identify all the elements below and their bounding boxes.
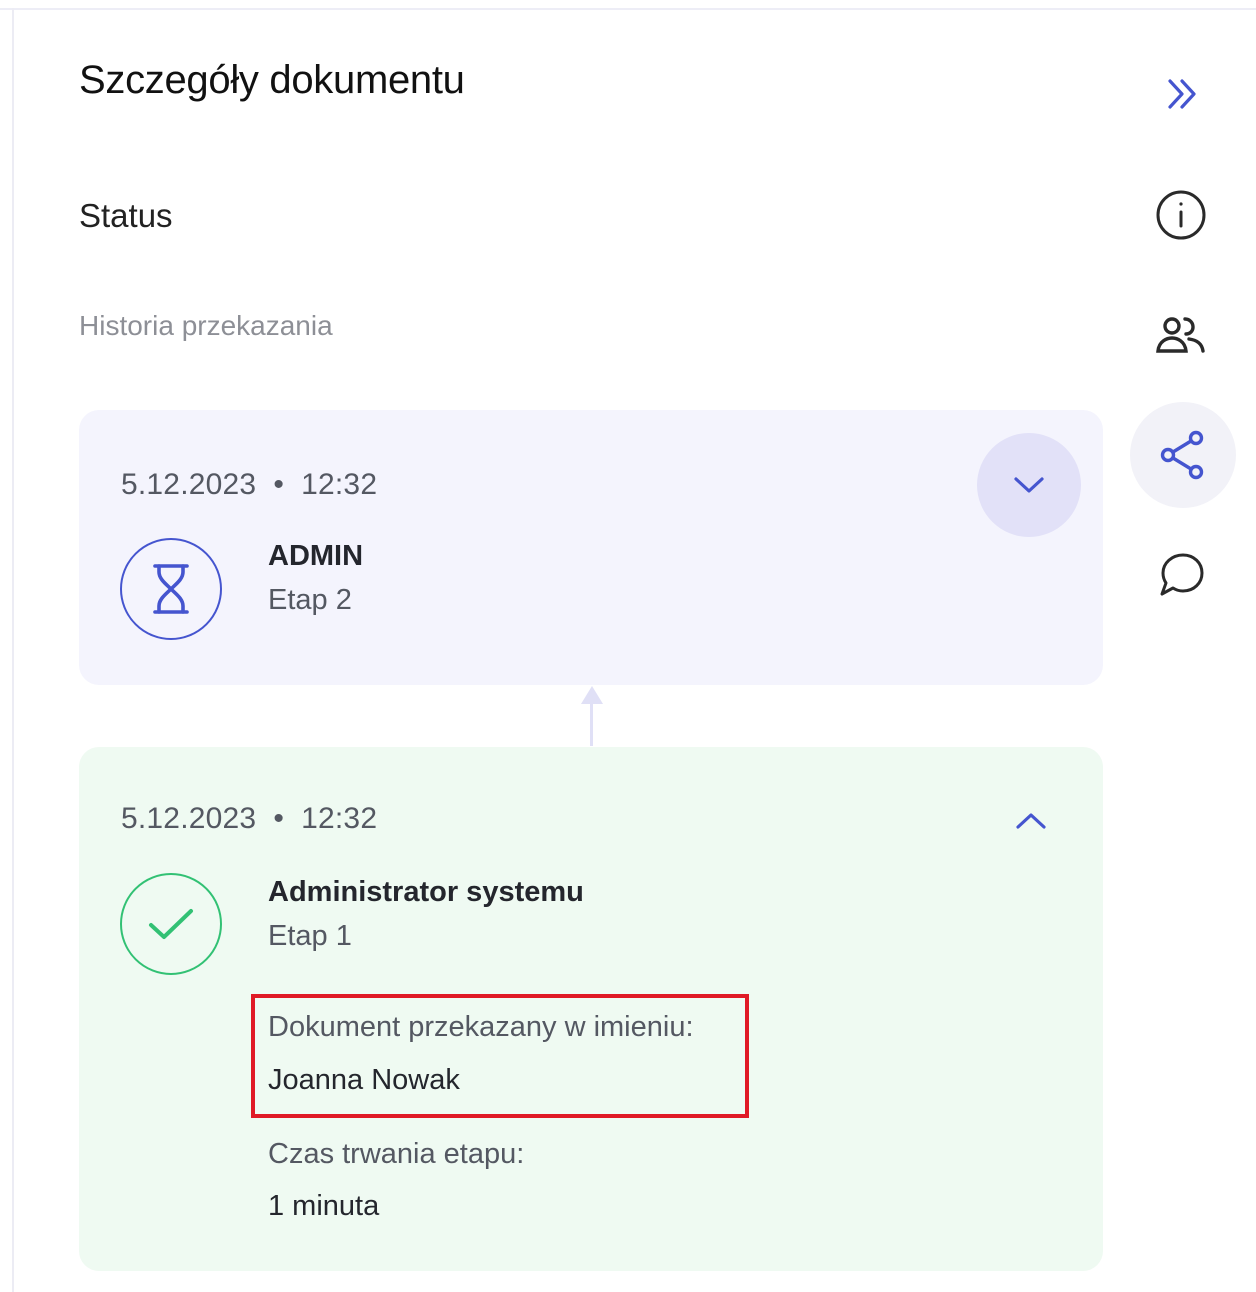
stage-label: Etap 1 [268,920,352,952]
datetime-separator: • [273,468,285,501]
info-button[interactable] [1154,188,1208,242]
datetime-separator: • [273,802,285,835]
check-icon [149,909,193,939]
assignee-name: ADMIN [268,540,364,572]
completed-status-indicator [120,873,222,975]
hourglass-icon [153,564,189,614]
on-behalf-label: Dokument przekazany w imieniu: [268,1011,694,1043]
participants-button[interactable] [1154,308,1208,362]
expand-button[interactable] [977,433,1081,537]
share-icon [1160,430,1204,480]
history-card-datetime: 5.12.2023 • 12:32 [121,802,377,836]
chevrons-right-icon [1168,79,1196,109]
users-icon [1156,317,1205,353]
history-card-time: 12:32 [301,802,378,835]
timeline-connector [590,702,593,746]
page-title: Szczegóły dokumentu [79,58,465,102]
status-heading: Status [79,197,173,234]
share-button[interactable] [1130,402,1236,508]
stage-label: Etap 2 [268,584,352,616]
collapse-button[interactable] [979,769,1083,873]
history-card-date: 5.12.2023 [121,802,257,835]
history-card-completed: 5.12.2023 • 12:32 Administrator systemu … [79,747,1103,1271]
info-icon [1156,190,1206,240]
history-card-pending: 5.12.2023 • 12:32 ADMIN Etap 2 [79,410,1103,685]
history-card-date: 5.12.2023 [121,468,257,501]
pending-status-indicator [120,538,222,640]
comment-icon [1160,553,1204,596]
duration-label: Czas trwania etapu: [268,1138,525,1170]
comments-button[interactable] [1154,548,1208,602]
history-card-time: 12:32 [301,468,378,501]
panel-top-border [0,8,1256,10]
chevron-up-icon [1016,813,1046,829]
collapse-panel-button[interactable] [1156,68,1208,120]
panel-left-border [12,8,14,1292]
history-card-datetime: 5.12.2023 • 12:32 [121,468,377,502]
assignee-name: Administrator systemu [268,876,584,908]
on-behalf-name: Joanna Nowak [268,1064,460,1096]
duration-value: 1 minuta [268,1190,380,1222]
chevron-down-icon [1014,477,1044,493]
history-section-label: Historia przekazania [79,310,333,341]
